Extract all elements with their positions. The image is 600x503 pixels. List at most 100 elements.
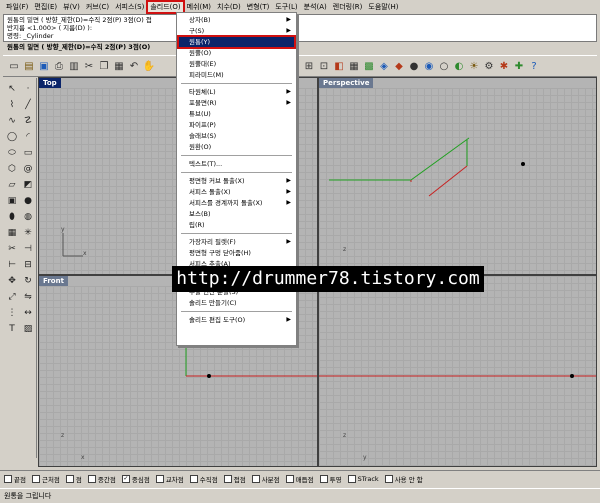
line-icon[interactable]: ╱ xyxy=(21,98,35,112)
cylinder-icon[interactable]: ⬮ xyxy=(5,210,19,224)
shaded-icon[interactable]: ● xyxy=(407,58,421,74)
osnap-option[interactable]: ✓ 중심점 xyxy=(121,474,150,484)
menu-item[interactable]: 파일(F) xyxy=(3,1,31,13)
light-icon[interactable]: ☀ xyxy=(467,58,481,74)
osnap-option[interactable]: 투영 xyxy=(319,474,342,484)
sphere-icon[interactable]: ◐ xyxy=(452,58,466,74)
polygon-icon[interactable]: ⬡ xyxy=(5,162,19,176)
text-icon[interactable]: T xyxy=(5,322,19,336)
trim-icon[interactable]: ✂ xyxy=(5,242,19,256)
surface-icon[interactable]: ▱ xyxy=(5,178,19,192)
freeform-icon[interactable]: ☡ xyxy=(21,114,35,128)
viewport-right[interactable]: z y xyxy=(318,275,597,467)
dropdown-item[interactable]: 포물면(R) ▶ xyxy=(179,98,294,108)
dropdown-item[interactable]: 서피스 돌출(X) ▶ xyxy=(179,187,294,197)
polyline-icon[interactable]: ⌇ xyxy=(5,98,19,112)
grid-icon[interactable]: ▦ xyxy=(347,58,361,74)
select-arrow-icon[interactable]: ↖ xyxy=(5,82,19,96)
command-prompt[interactable]: 원통의 밑면 ( 방향_제한(D)=수직 2점(P) 3점(O) xyxy=(3,42,597,52)
four-viewports-icon[interactable]: ▩ xyxy=(362,58,376,74)
menu-item[interactable]: 도움말(H) xyxy=(365,1,401,13)
osnap-option[interactable]: 교차점 xyxy=(155,474,184,484)
menu-item[interactable]: 서피스(S) xyxy=(112,1,147,13)
dropdown-item[interactable]: 평면형 커브 돌출(X) ▶ xyxy=(179,176,294,186)
osnap-checkbox[interactable] xyxy=(31,474,40,483)
new-file-icon[interactable]: ▭ xyxy=(7,58,21,74)
osnap-option[interactable]: STrack xyxy=(347,474,379,483)
plugin-icon[interactable]: ✚ xyxy=(512,58,526,74)
osnap-option[interactable]: 끝점 xyxy=(4,474,26,484)
mesh-icon[interactable]: ▦ xyxy=(5,226,19,240)
properties-icon[interactable]: ◆ xyxy=(392,58,406,74)
osnap-option[interactable]: 접점 xyxy=(223,474,246,484)
viewport-title-top[interactable]: Top xyxy=(39,78,61,88)
menu-item[interactable]: 편집(E) xyxy=(31,1,60,13)
osnap-checkbox[interactable] xyxy=(65,474,74,483)
import-icon[interactable]: ▥ xyxy=(67,58,81,74)
osnap-checkbox[interactable] xyxy=(223,474,232,483)
help-icon[interactable]: ? xyxy=(527,58,541,74)
osnap-checkbox[interactable] xyxy=(4,474,12,483)
osnap-option[interactable]: 중간점 xyxy=(87,474,116,484)
spiral-icon[interactable]: @ xyxy=(21,162,35,176)
join-icon[interactable]: ⊢ xyxy=(5,258,19,272)
scale-icon[interactable]: ⤢ xyxy=(5,290,19,304)
viewport-perspective[interactable]: Perspective z xyxy=(318,77,597,275)
osnap-option[interactable]: 근처점 xyxy=(31,474,60,484)
zoom-window-icon[interactable]: ⊞ xyxy=(302,58,316,74)
osnap-checkbox[interactable] xyxy=(347,474,356,483)
dropdown-item[interactable]: 솔리드 만들기(C) xyxy=(179,298,294,308)
dropdown-item[interactable]: 원환(O) xyxy=(179,142,294,152)
move-icon[interactable]: ✥ xyxy=(5,274,19,288)
dropdown-item[interactable]: 보스(B) xyxy=(179,209,294,219)
tools-icon[interactable]: ✱ xyxy=(497,58,511,74)
dropdown-item[interactable]: 구(S) ▶ xyxy=(179,26,294,36)
menu-item[interactable]: 뷰(V) xyxy=(60,1,83,13)
sphere-tool-icon[interactable]: ● xyxy=(21,194,35,208)
dropdown-item[interactable]: 가장자리 필렛(F) ▶ xyxy=(179,237,294,247)
undo-icon[interactable]: ↶ xyxy=(127,58,141,74)
boolean-icon[interactable]: ◍ xyxy=(21,210,35,224)
osnap-option[interactable]: 매듭점 xyxy=(285,474,314,484)
osnap-option[interactable]: 수직점 xyxy=(189,474,218,484)
dropdown-item[interactable]: 솔리드 편집 도구(O) ▶ xyxy=(179,315,294,325)
render-icon[interactable]: ◉ xyxy=(422,58,436,74)
loft-icon[interactable]: ◩ xyxy=(21,178,35,192)
menu-item[interactable]: 분석(A) xyxy=(301,1,330,13)
osnap-option[interactable]: 사분점 xyxy=(251,474,280,484)
copy-icon[interactable]: ❐ xyxy=(97,58,111,74)
select-icon[interactable]: ◧ xyxy=(332,58,346,74)
box-icon[interactable]: ▣ xyxy=(5,194,19,208)
explode-icon[interactable]: ✳ xyxy=(21,226,35,240)
dropdown-item[interactable]: 피라미드(M) xyxy=(179,70,294,80)
wireframe-icon[interactable]: ○ xyxy=(437,58,451,74)
osnap-checkbox[interactable] xyxy=(251,474,260,483)
circle-icon[interactable]: ◯ xyxy=(5,130,19,144)
save-icon[interactable]: ▣ xyxy=(37,58,51,74)
menu-item[interactable]: 렌더링(R) xyxy=(330,1,366,13)
zoom-extents-icon[interactable]: ⊡ xyxy=(317,58,331,74)
osnap-checkbox[interactable]: ✓ xyxy=(121,474,130,483)
dropdown-item[interactable]: 서피스를 경계까지 돌출(X) ▶ xyxy=(179,198,294,208)
dimension-icon[interactable]: ↔ xyxy=(21,306,35,320)
rectangle-icon[interactable]: ▭ xyxy=(21,146,35,160)
layer-icon[interactable]: ◈ xyxy=(377,58,391,74)
dropdown-item[interactable]: 파이프(P) xyxy=(179,120,294,130)
paste-icon[interactable]: ▦ xyxy=(112,58,126,74)
cut-icon[interactable]: ✂ xyxy=(82,58,96,74)
array-icon[interactable]: ⋮ xyxy=(5,306,19,320)
split-icon[interactable]: ⊣ xyxy=(21,242,35,256)
dropdown-item[interactable]: 튜브(U) xyxy=(179,109,294,119)
arc-icon[interactable]: ◜ xyxy=(21,130,35,144)
dropdown-item[interactable]: 슬래브(S) xyxy=(179,131,294,141)
pan-hand-icon[interactable]: ✋ xyxy=(142,58,156,74)
point-icon[interactable]: · xyxy=(21,82,35,96)
dropdown-item[interactable]: 원뿔대(E) xyxy=(179,59,294,69)
rotate-icon[interactable]: ↻ xyxy=(21,274,35,288)
osnap-checkbox[interactable] xyxy=(189,474,198,483)
osnap-checkbox[interactable] xyxy=(384,474,393,483)
dropdown-item[interactable]: 상자(B) ▶ xyxy=(179,15,294,25)
osnap-option[interactable]: 사용 안 함 xyxy=(384,474,423,484)
osnap-option[interactable]: 점 xyxy=(65,474,82,484)
dropdown-item[interactable]: 원뿔(O) xyxy=(179,48,294,58)
